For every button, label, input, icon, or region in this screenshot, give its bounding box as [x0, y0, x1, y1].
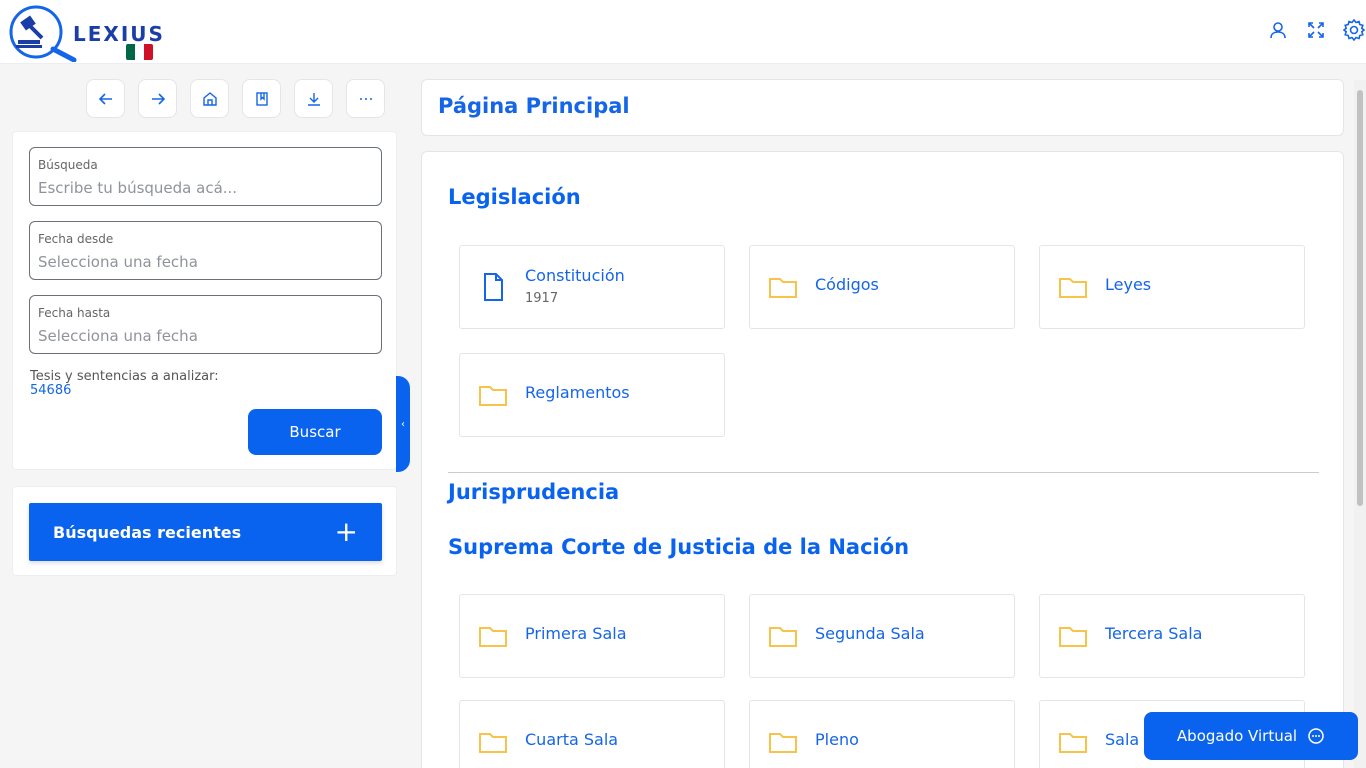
tile-label: Pleno [815, 730, 859, 749]
more-icon [359, 97, 372, 100]
bookmark-button[interactable] [242, 79, 281, 118]
tile-segunda-sala[interactable]: Segunda Sala [749, 594, 1015, 678]
tile-tercera-sala[interactable]: Tercera Sala [1039, 594, 1305, 678]
page-title: Página Principal [438, 94, 630, 118]
jurisprudencia-heading: Jurisprudencia [448, 480, 620, 504]
legislacion-heading: Legislación [448, 185, 581, 209]
folder-icon [769, 733, 797, 753]
tile-reglamentos[interactable]: Reglamentos [459, 353, 725, 437]
search-panel: Búsqueda Fecha desde Fecha hasta Tesis y… [12, 131, 397, 470]
date-to-field[interactable]: Fecha hasta [29, 295, 382, 354]
tile-label: Leyes [1105, 275, 1152, 294]
back-button[interactable] [86, 79, 125, 118]
user-icon[interactable] [1266, 18, 1290, 42]
tile-codigos[interactable]: Códigos [749, 245, 1015, 329]
tile-primera-sala[interactable]: Primera Sala [459, 594, 725, 678]
scrollbar-thumb[interactable] [1357, 90, 1363, 506]
tile-label: Cuarta Sala [525, 730, 619, 749]
tile-sublabel: 1917 [525, 291, 559, 306]
tile-constitucion[interactable]: Constitución 1917 [459, 245, 725, 329]
bookmark-icon [255, 91, 268, 106]
tile-pleno[interactable]: Pleno [749, 700, 1015, 768]
folder-icon [479, 733, 507, 753]
download-button[interactable] [294, 79, 333, 118]
virtual-lawyer-button[interactable]: Abogado Virtual [1144, 712, 1358, 760]
more-button[interactable] [346, 79, 385, 118]
tile-label: Segunda Sala [815, 624, 925, 643]
tile-label: Primera Sala [525, 624, 627, 643]
tile-label: Códigos [815, 275, 879, 294]
tile-label: Sala [1105, 730, 1140, 749]
recent-searches-panel: Búsquedas recientes + [12, 486, 397, 576]
app-header: LEXIUS [0, 0, 1366, 64]
date-from-field[interactable]: Fecha desde [29, 221, 382, 280]
date-from-input[interactable] [38, 250, 368, 274]
recent-searches-button[interactable]: Búsquedas recientes + [29, 503, 382, 561]
date-from-label: Fecha desde [38, 232, 114, 246]
tile-cuarta-sala[interactable]: Cuarta Sala [459, 700, 725, 768]
header-actions [1266, 18, 1366, 42]
forward-button[interactable] [138, 79, 177, 118]
tile-label: Reglamentos [525, 383, 630, 402]
collapse-sidebar-handle[interactable]: ‹ [396, 376, 410, 472]
lexius-logo[interactable]: LEXIUS [8, 4, 163, 63]
folder-icon [479, 627, 507, 647]
scjn-heading: Suprema Corte de Justicia de la Nación [448, 535, 910, 559]
folder-icon [769, 627, 797, 647]
search-query-label: Búsqueda [38, 158, 98, 172]
forward-arrow-icon [151, 92, 165, 105]
main-content: Legislación Constitución 1917 Códigos Le… [421, 151, 1344, 768]
page-scrollbar[interactable] [1354, 80, 1366, 768]
logo-text: LEXIUS [73, 22, 165, 46]
back-arrow-icon [98, 92, 112, 105]
folder-icon [1059, 733, 1087, 753]
gavel-magnifier-icon [9, 5, 77, 63]
chat-icon [1308, 728, 1324, 744]
folder-icon [1059, 278, 1087, 298]
mexico-flag-icon [126, 44, 153, 60]
gear-icon[interactable] [1342, 18, 1366, 42]
section-divider [448, 472, 1319, 473]
fullscreen-icon[interactable] [1304, 18, 1328, 42]
page-title-card: Página Principal [421, 79, 1344, 136]
analyze-count: 54686 [30, 383, 72, 398]
analyze-label: Tesis y sentencias a analizar: [30, 369, 219, 384]
tile-label: Constitución [525, 266, 625, 285]
download-icon [307, 92, 320, 106]
search-input[interactable] [38, 176, 368, 200]
folder-icon [479, 386, 507, 406]
search-button[interactable]: Buscar [248, 409, 382, 455]
search-query-field[interactable]: Búsqueda [29, 147, 382, 206]
tile-leyes[interactable]: Leyes [1039, 245, 1305, 329]
date-to-label: Fecha hasta [38, 306, 111, 320]
folder-icon [1059, 627, 1087, 647]
folder-icon [769, 278, 797, 298]
tile-label: Tercera Sala [1105, 624, 1203, 643]
recent-searches-label: Búsquedas recientes [53, 522, 242, 542]
document-icon [484, 273, 503, 301]
date-to-input[interactable] [38, 324, 368, 348]
virtual-lawyer-label: Abogado Virtual [1176, 727, 1298, 745]
home-icon [202, 91, 217, 106]
navigation-toolbar [86, 79, 385, 118]
chevron-left-icon: ‹ [401, 418, 405, 430]
home-button[interactable] [190, 79, 229, 118]
plus-icon: + [334, 515, 358, 548]
